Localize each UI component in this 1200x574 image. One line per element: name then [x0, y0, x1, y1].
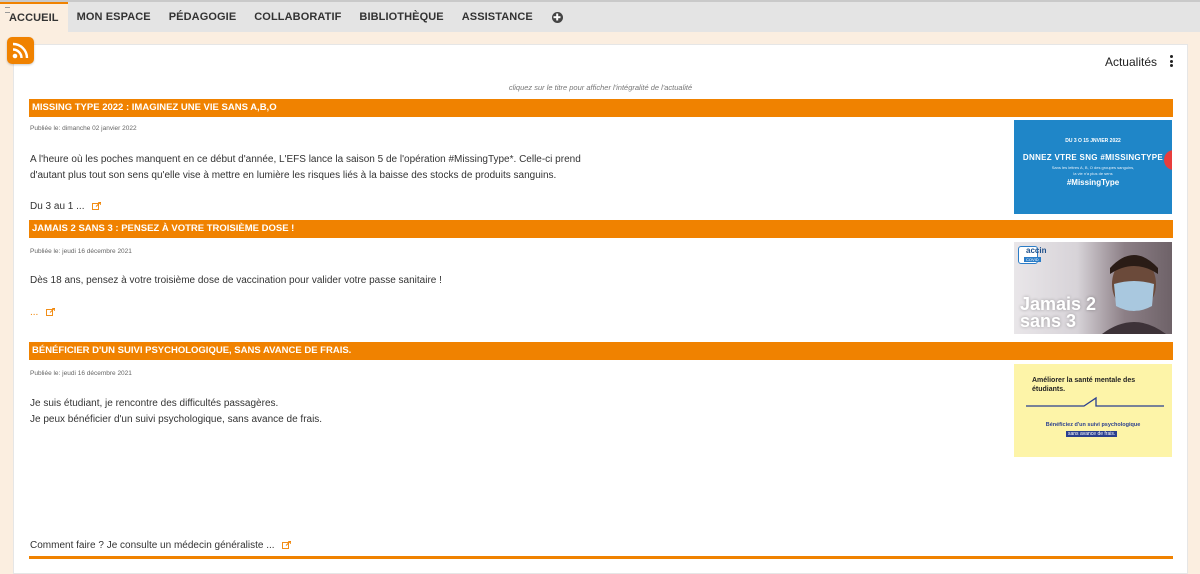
- image-caption: Bénéficiez d'un suivi psychologique: [1045, 422, 1141, 428]
- tab-pedagogie[interactable]: PÉDAGOGIE: [160, 2, 246, 32]
- news-paragraph: Dès 18 ans, pensez à votre troisième dos…: [30, 275, 442, 286]
- image-caption: sans avance de frais.: [1066, 431, 1118, 437]
- news-title-third-dose[interactable]: JAMAIS 2 SANS 3 : PENSEZ À VOTRE TROISIÈ…: [29, 220, 1173, 238]
- news-body: Dès 18 ans, pensez à votre troisième dos…: [30, 273, 442, 289]
- image-headline: Jamais 2 sans 3: [1020, 294, 1097, 331]
- publication-date: Publiée le: jeudi 16 décembre 2021: [30, 248, 132, 255]
- image-caption: DNNEZ VTRE SNG #MISSINGTYPE: [1022, 153, 1164, 162]
- read-more-link[interactable]: Du 3 au 1 ...: [30, 201, 102, 212]
- image-caption: Sans les lettres A, B, O des groupes san…: [1051, 165, 1135, 170]
- rss-feed-icon[interactable]: [7, 37, 34, 64]
- tab-mon-espace[interactable]: MON ESPACE: [68, 2, 160, 32]
- tab-bibliotheque[interactable]: BIBLIOTHÈQUE: [350, 2, 452, 32]
- news-title-psychological-support[interactable]: BÉNÉFICIER D'UN SUIVI PSYCHOLOGIQUE, SAN…: [29, 342, 1173, 360]
- news-paragraph: Je peux bénéficier d'un suivi psychologi…: [30, 414, 323, 425]
- news-panel: Actualités cliquez sur le titre pour aff…: [13, 44, 1188, 574]
- news-image-mental-health: Améliorer la santé mentale des étudiants…: [1014, 364, 1172, 457]
- vaccine-logo-sub: COVID: [1024, 257, 1041, 262]
- tab-accueil[interactable]: ACCUEIL: [0, 2, 68, 32]
- image-caption: #MissingType: [1066, 178, 1120, 187]
- news-body: Je suis étudiant, je rencontre des diffi…: [30, 396, 322, 428]
- read-more-link[interactable]: Comment faire ? Je consulte un médecin g…: [30, 540, 292, 551]
- news-title-missing-type[interactable]: MISSING TYPE 2022 : IMAGINEZ UNE VIE SAN…: [29, 99, 1173, 117]
- read-more-text: Comment faire ? Je consulte un médecin g…: [30, 540, 275, 551]
- portrait-illustration: [1102, 255, 1166, 334]
- image-caption: Améliorer la santé mentale des étudiants…: [1032, 377, 1136, 393]
- external-link-icon: [92, 202, 102, 210]
- vaccine-logo-text: accin: [1026, 246, 1047, 255]
- news-body: A l'heure où les poches manquent en ce d…: [30, 152, 581, 184]
- news-paragraph: Je suis étudiant, je rencontre des diffi…: [30, 398, 279, 409]
- image-caption: la vie n'a plus de sens: [1073, 171, 1113, 176]
- image-caption: DU 3 O 15 JNVIER 2022: [1065, 138, 1121, 144]
- tab-collaboratif[interactable]: COLLABORATIF: [245, 2, 350, 32]
- main-navigation: ACCUEIL MON ESPACE PÉDAGOGIE COLLABORATI…: [0, 2, 1200, 32]
- instruction-hint: cliquez sur le titre pour afficher l'int…: [508, 83, 693, 92]
- news-image-missing-type: DU 3 O 15 JNVIER 2022 DNNEZ VTRE SNG #MI…: [1014, 120, 1172, 214]
- publication-date: Publiée le: dimanche 02 janvier 2022: [30, 125, 137, 132]
- news-image-third-dose: accin COVID Jamais 2 sans 3: [1014, 242, 1172, 334]
- news-paragraph: d'autant plus tout son sens qu'elle vise…: [30, 170, 557, 181]
- panel-title: Actualités: [1104, 55, 1157, 69]
- publication-date: Publiée le: jeudi 16 décembre 2021: [30, 370, 132, 377]
- menu-mark-icon: [5, 7, 10, 13]
- external-link-icon: [46, 308, 56, 316]
- read-more-link[interactable]: ...: [30, 307, 56, 318]
- tab-assistance[interactable]: ASSISTANCE: [453, 2, 542, 32]
- speech-bubble-line-icon: [1026, 396, 1164, 407]
- read-more-text: ...: [30, 307, 39, 318]
- external-link-icon: [282, 541, 292, 549]
- plus-circle-icon[interactable]: [551, 11, 563, 23]
- kebab-menu-icon[interactable]: [1170, 55, 1174, 69]
- news-paragraph: A l'heure où les poches manquent en ce d…: [30, 154, 581, 165]
- read-more-text: Du 3 au 1 ...: [30, 201, 85, 212]
